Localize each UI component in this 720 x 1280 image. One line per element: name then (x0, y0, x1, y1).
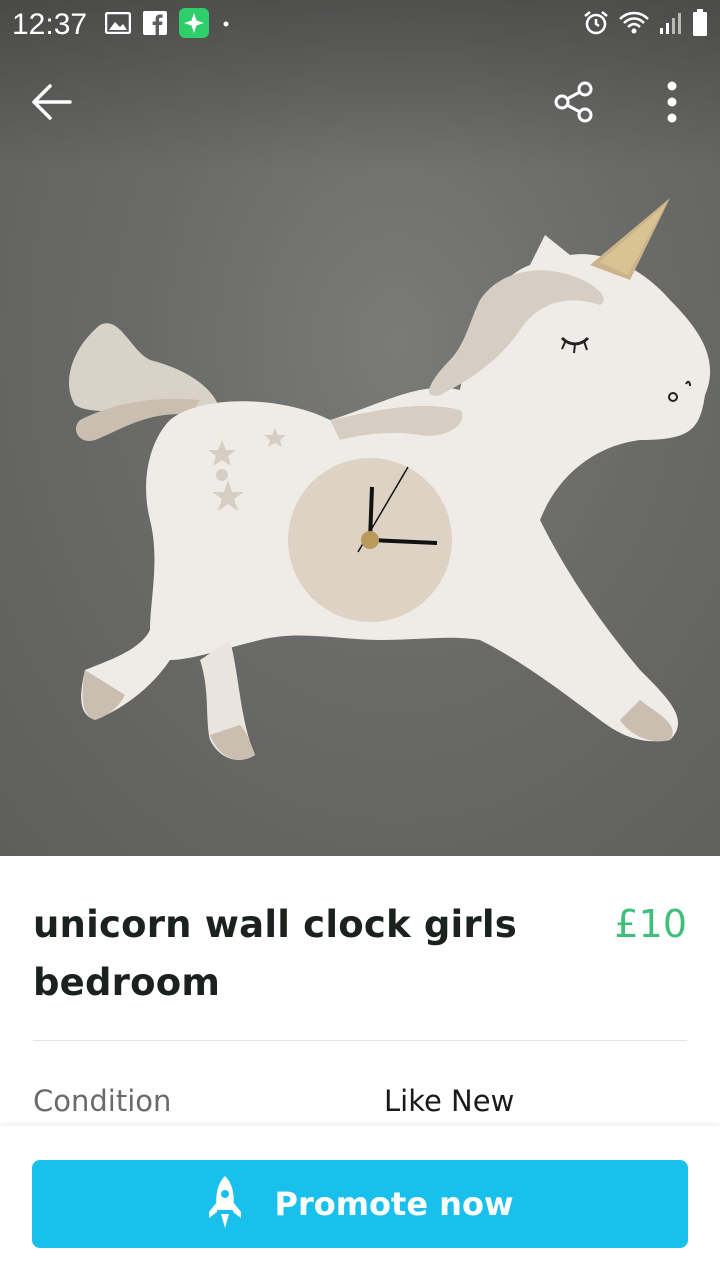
back-arrow-icon (30, 82, 74, 127)
status-time: 12:37 (12, 8, 88, 41)
wifi-icon (618, 10, 650, 41)
bottom-bar: Promote now (0, 1126, 720, 1280)
back-button[interactable] (22, 74, 82, 134)
condition-label: Condition (33, 1084, 172, 1118)
divider (33, 1040, 687, 1041)
alarm-icon (582, 9, 610, 42)
more-vert-icon (666, 80, 678, 129)
battery-icon (692, 8, 708, 42)
more-options-button[interactable] (642, 74, 702, 134)
share-icon (553, 80, 595, 129)
share-button[interactable] (544, 74, 604, 134)
listing-title: unicorn wall clock girls bedroom (33, 903, 517, 1004)
listing-price: £10 (614, 902, 687, 946)
image-icon (104, 11, 132, 39)
status-bar: 12:37 (0, 0, 720, 50)
dot-icon (221, 16, 231, 34)
promote-now-label: Promote now (274, 1185, 514, 1223)
app-bar (0, 66, 720, 142)
signal-icon (658, 10, 684, 41)
sparkle-app-icon (179, 7, 210, 43)
facebook-icon (143, 10, 168, 40)
promote-now-button[interactable]: Promote now (32, 1160, 688, 1248)
condition-value: Like New (384, 1084, 515, 1118)
rocket-icon (206, 1174, 244, 1235)
